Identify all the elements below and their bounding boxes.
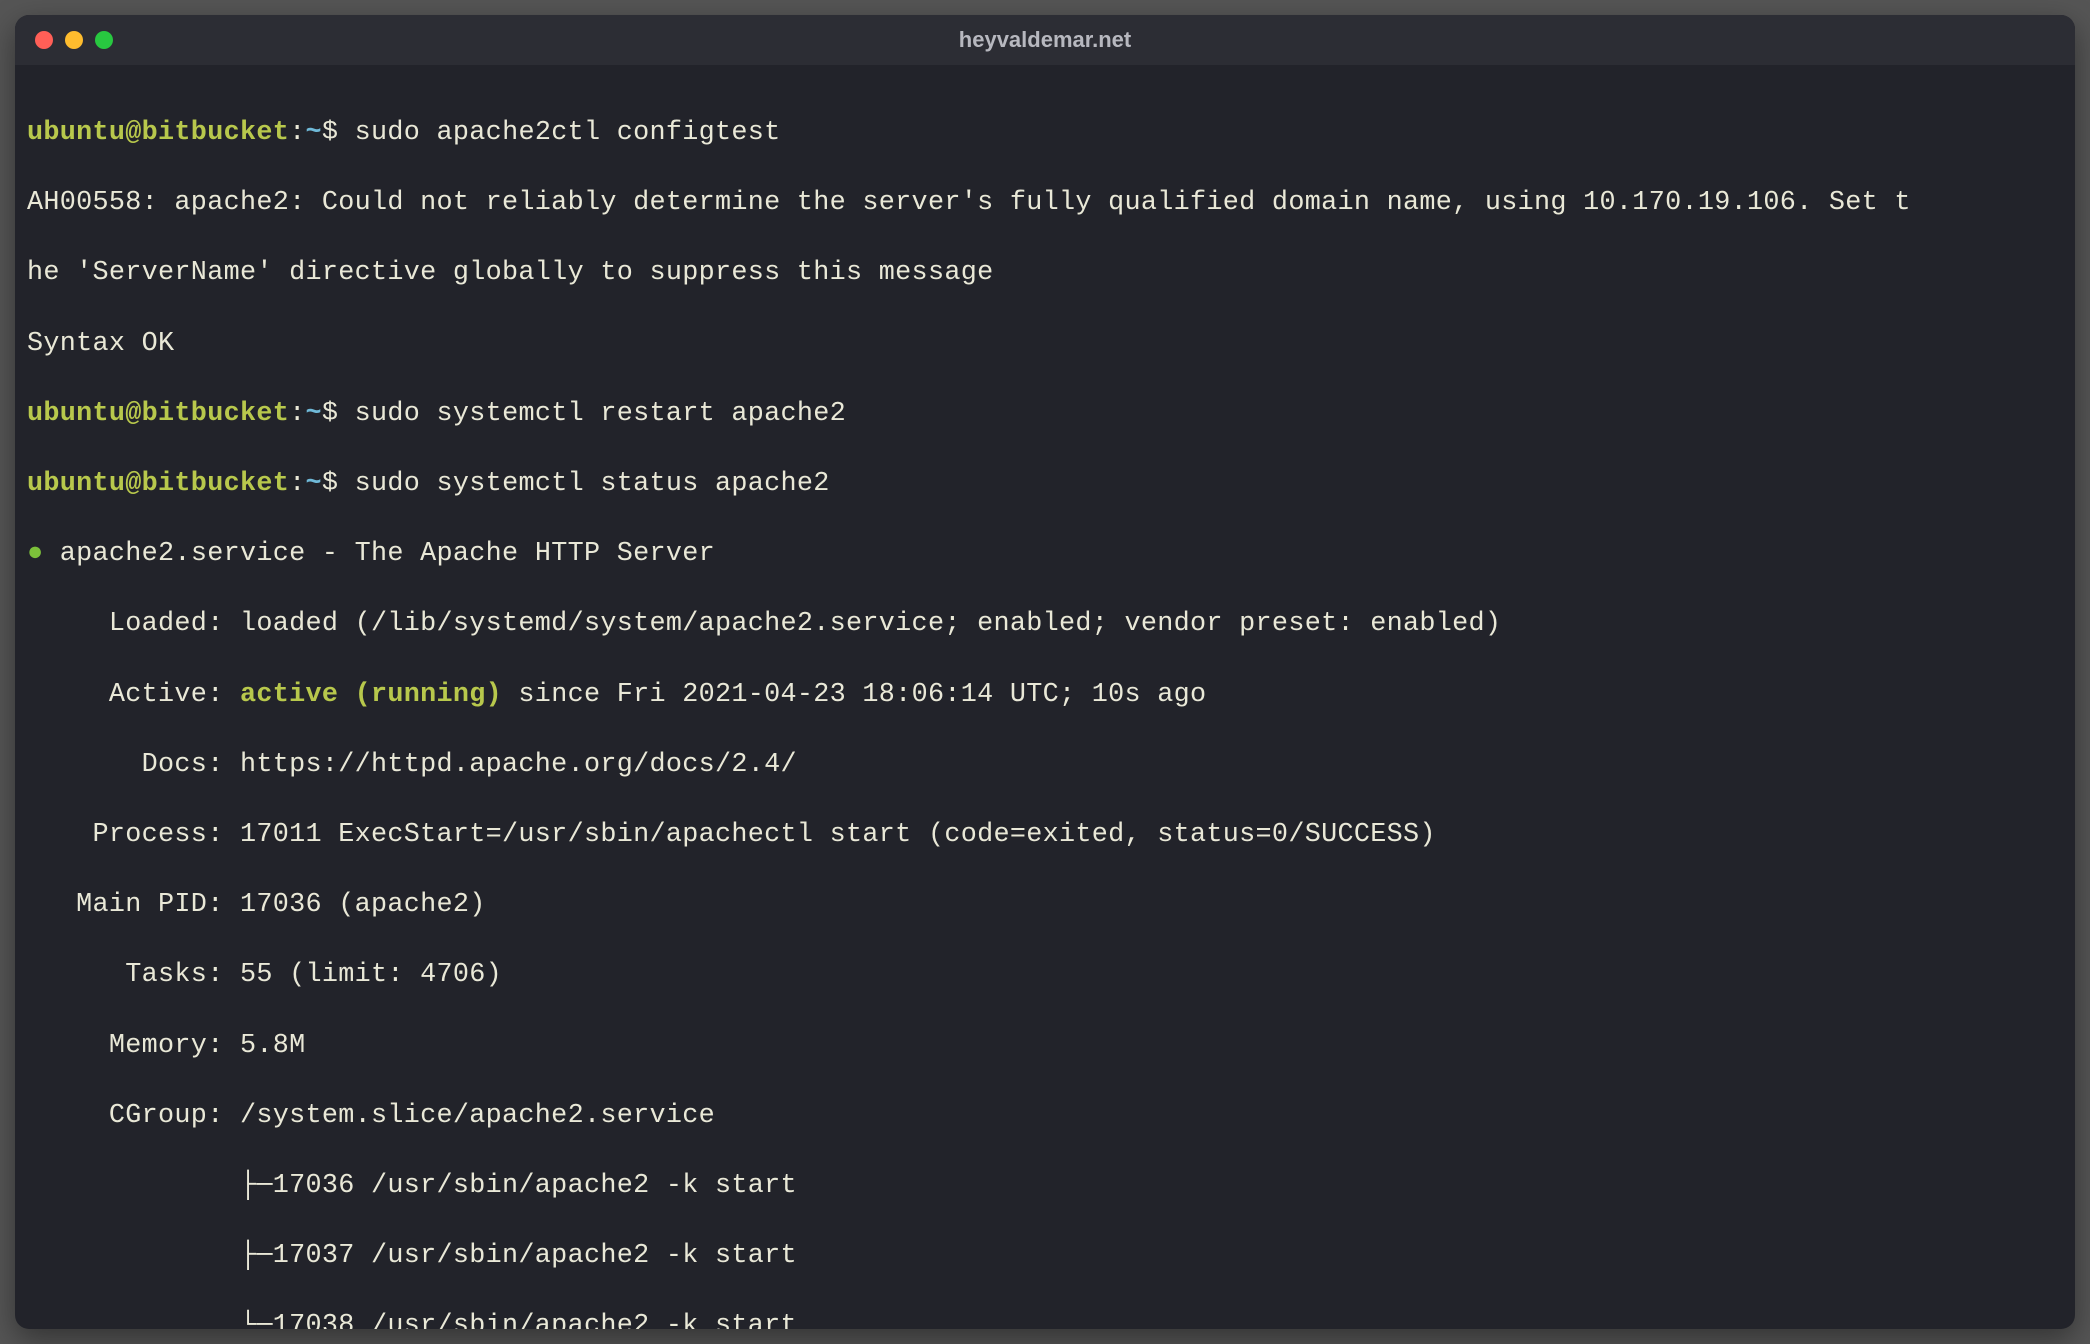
prompt-line: ubuntu@bitbucket:~$ sudo apache2ctl conf… <box>27 116 2063 151</box>
output-line: Active: active (running) since Fri 2021-… <box>27 678 2063 713</box>
output-line: Syntax OK <box>27 327 2063 362</box>
command: sudo systemctl status apache2 <box>355 469 830 499</box>
output-line: Main PID: 17036 (apache2) <box>27 888 2063 923</box>
output-line: AH00558: apache2: Could not reliably det… <box>27 186 2063 221</box>
prompt-line: ubuntu@bitbucket:~$ sudo systemctl statu… <box>27 467 2063 502</box>
status-header: ● apache2.service - The Apache HTTP Serv… <box>27 537 2063 572</box>
titlebar: heyvaldemar.net <box>15 15 2075 65</box>
status-dot-icon: ● <box>27 539 43 569</box>
output-line: Docs: https://httpd.apache.org/docs/2.4/ <box>27 748 2063 783</box>
window-title: heyvaldemar.net <box>15 27 2075 53</box>
command: sudo systemctl restart apache2 <box>355 399 846 429</box>
output-line: ├─17037 /usr/sbin/apache2 -k start <box>27 1239 2063 1274</box>
output-line: he 'ServerName' directive globally to su… <box>27 256 2063 291</box>
output-line: Process: 17011 ExecStart=/usr/sbin/apach… <box>27 818 2063 853</box>
terminal-body[interactable]: ubuntu@bitbucket:~$ sudo apache2ctl conf… <box>15 65 2075 1329</box>
output-line: ├─17036 /usr/sbin/apache2 -k start <box>27 1169 2063 1204</box>
output-line: Loaded: loaded (/lib/systemd/system/apac… <box>27 607 2063 642</box>
output-line: Tasks: 55 (limit: 4706) <box>27 958 2063 993</box>
userhost: ubuntu@bitbucket <box>27 118 289 148</box>
output-line: CGroup: /system.slice/apache2.service <box>27 1099 2063 1134</box>
output-line: Memory: 5.8M <box>27 1029 2063 1064</box>
prompt-line: ubuntu@bitbucket:~$ sudo systemctl resta… <box>27 397 2063 432</box>
output-line: └─17038 /usr/sbin/apache2 -k start <box>27 1309 2063 1329</box>
active-status: active (running) <box>240 680 502 710</box>
terminal-window: heyvaldemar.net ubuntu@bitbucket:~$ sudo… <box>15 15 2075 1329</box>
command: sudo apache2ctl configtest <box>355 118 781 148</box>
